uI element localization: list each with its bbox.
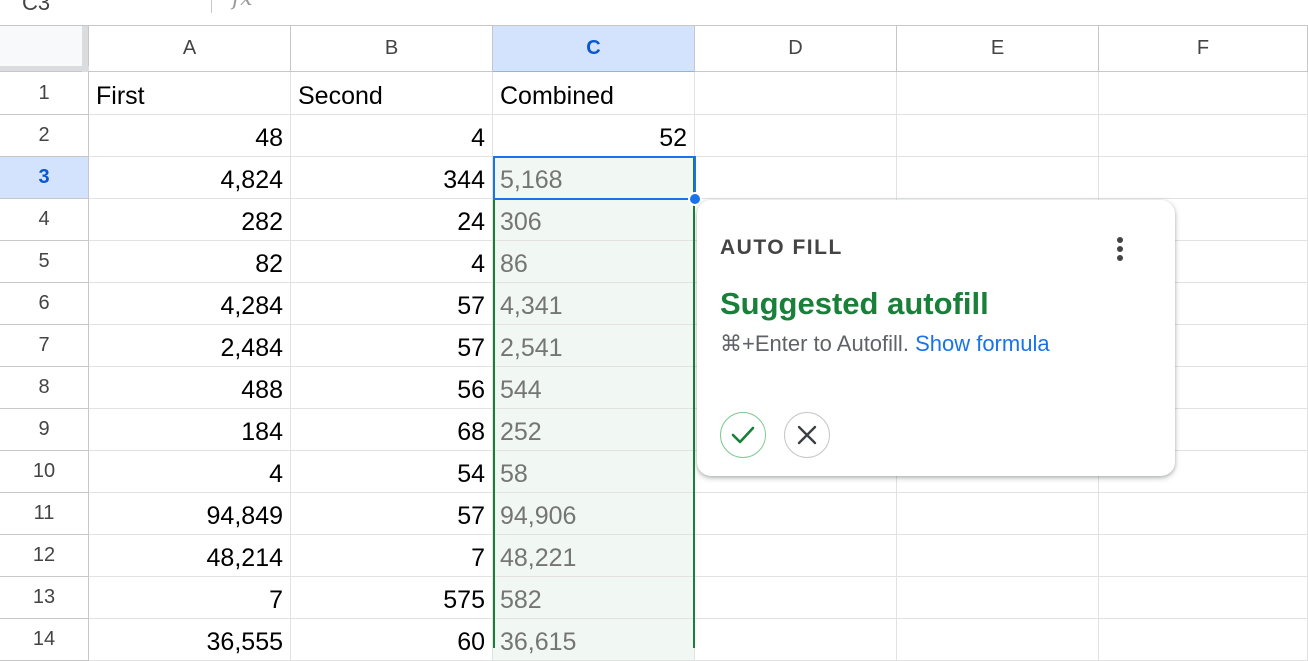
cell-e11[interactable] <box>897 493 1099 535</box>
close-icon <box>797 425 817 445</box>
name-box[interactable]: C3 <box>22 0 50 16</box>
cell-a9[interactable]: 184 <box>89 409 291 451</box>
cell-d13[interactable] <box>695 577 897 619</box>
cell-e3[interactable] <box>897 157 1099 199</box>
cell-b6[interactable]: 57 <box>291 283 493 325</box>
popup-title: Suggested autofill <box>720 286 989 321</box>
column-header-b[interactable]: B <box>291 26 493 72</box>
cell-c14[interactable]: 36,615 <box>493 619 695 661</box>
cell-e1[interactable] <box>897 72 1099 115</box>
column-header-f[interactable]: F <box>1099 26 1308 72</box>
cell-a8[interactable]: 488 <box>89 367 291 409</box>
cell-f1[interactable] <box>1099 72 1308 115</box>
cell-d3[interactable] <box>695 157 897 199</box>
column-header-e[interactable]: E <box>897 26 1099 72</box>
cell-f13[interactable] <box>1099 577 1308 619</box>
cell-a7[interactable]: 2,484 <box>89 325 291 367</box>
row-header[interactable]: 8 <box>0 367 89 409</box>
select-all-corner[interactable] <box>0 26 89 72</box>
autofill-shortcut-hint: ⌘+Enter to Autofill. <box>720 331 909 356</box>
formula-bar-area: C3 fx <box>0 0 1308 26</box>
check-icon <box>731 426 755 444</box>
cell-b10[interactable]: 54 <box>291 451 493 493</box>
cell-b13[interactable]: 575 <box>291 577 493 619</box>
cell-c1[interactable]: Combined <box>493 72 695 115</box>
cell-b11[interactable]: 57 <box>291 493 493 535</box>
cell-a4[interactable]: 282 <box>89 199 291 241</box>
cell-a3[interactable]: 4,824 <box>89 157 291 199</box>
cell-c7[interactable]: 2,541 <box>493 325 695 367</box>
cell-e13[interactable] <box>897 577 1099 619</box>
cell-c12[interactable]: 48,221 <box>493 535 695 577</box>
cell-e2[interactable] <box>897 115 1099 157</box>
cell-c8[interactable]: 544 <box>493 367 695 409</box>
cell-f14[interactable] <box>1099 619 1308 661</box>
row-header[interactable]: 4 <box>0 199 89 241</box>
column-header-c[interactable]: C <box>493 26 695 72</box>
row-header[interactable]: 2 <box>0 115 89 157</box>
cell-a6[interactable]: 4,284 <box>89 283 291 325</box>
cell-b8[interactable]: 56 <box>291 367 493 409</box>
cell-f12[interactable] <box>1099 535 1308 577</box>
row-header[interactable]: 9 <box>0 409 89 451</box>
cell-d14[interactable] <box>695 619 897 661</box>
column-header-d[interactable]: D <box>695 26 897 72</box>
cell-a2[interactable]: 48 <box>89 115 291 157</box>
autofill-popup: AUTO FILL Suggested autofill ⌘+Enter to … <box>697 200 1175 476</box>
cell-a1[interactable]: First <box>89 72 291 115</box>
cell-b5[interactable]: 4 <box>291 241 493 283</box>
cell-d12[interactable] <box>695 535 897 577</box>
cell-d2[interactable] <box>695 115 897 157</box>
cell-a14[interactable]: 36,555 <box>89 619 291 661</box>
row-header[interactable]: 12 <box>0 535 89 577</box>
cell-c11[interactable]: 94,906 <box>493 493 695 535</box>
cell-a5[interactable]: 82 <box>89 241 291 283</box>
cell-a13[interactable]: 7 <box>89 577 291 619</box>
popup-hint: ⌘+Enter to Autofill. Show formula <box>720 331 1050 357</box>
cell-b9[interactable]: 68 <box>291 409 493 451</box>
cell-a11[interactable]: 94,849 <box>89 493 291 535</box>
accept-autofill-button[interactable] <box>720 412 766 458</box>
cell-e14[interactable] <box>897 619 1099 661</box>
cell-e12[interactable] <box>897 535 1099 577</box>
cell-b1[interactable]: Second <box>291 72 493 115</box>
row-header[interactable]: 7 <box>0 325 89 367</box>
cell-c13[interactable]: 582 <box>493 577 695 619</box>
cell-a10[interactable]: 4 <box>89 451 291 493</box>
cell-c10[interactable]: 58 <box>493 451 695 493</box>
cell-c3[interactable]: 5,168 <box>493 157 695 199</box>
cell-f11[interactable] <box>1099 493 1308 535</box>
column-header-a[interactable]: A <box>89 26 291 72</box>
row-header[interactable]: 11 <box>0 493 89 535</box>
row-header[interactable]: 14 <box>0 619 89 661</box>
cell-c6[interactable]: 4,341 <box>493 283 695 325</box>
cell-c5[interactable]: 86 <box>493 241 695 283</box>
popup-label: AUTO FILL <box>720 236 843 259</box>
fx-icon: fx <box>232 0 253 11</box>
formula-bar-divider <box>211 0 212 13</box>
cell-c2[interactable]: 52 <box>493 115 695 157</box>
cell-c4[interactable]: 306 <box>493 199 695 241</box>
row-header[interactable]: 10 <box>0 451 89 493</box>
cell-b3[interactable]: 344 <box>291 157 493 199</box>
cell-b4[interactable]: 24 <box>291 199 493 241</box>
row-header[interactable]: 3 <box>0 157 89 199</box>
cell-b12[interactable]: 7 <box>291 535 493 577</box>
cell-b14[interactable]: 60 <box>291 619 493 661</box>
row-header[interactable]: 13 <box>0 577 89 619</box>
cell-f3[interactable] <box>1099 157 1308 199</box>
row-header[interactable]: 6 <box>0 283 89 325</box>
reject-autofill-button[interactable] <box>784 412 830 458</box>
cell-b2[interactable]: 4 <box>291 115 493 157</box>
row-header[interactable]: 1 <box>0 72 89 115</box>
cell-d1[interactable] <box>695 72 897 115</box>
show-formula-link[interactable]: Show formula <box>915 331 1050 356</box>
row-header[interactable]: 5 <box>0 241 89 283</box>
cell-f2[interactable] <box>1099 115 1308 157</box>
cell-b7[interactable]: 57 <box>291 325 493 367</box>
more-vert-icon[interactable] <box>1106 232 1134 266</box>
cell-a12[interactable]: 48,214 <box>89 535 291 577</box>
cell-d11[interactable] <box>695 493 897 535</box>
cell-c9[interactable]: 252 <box>493 409 695 451</box>
